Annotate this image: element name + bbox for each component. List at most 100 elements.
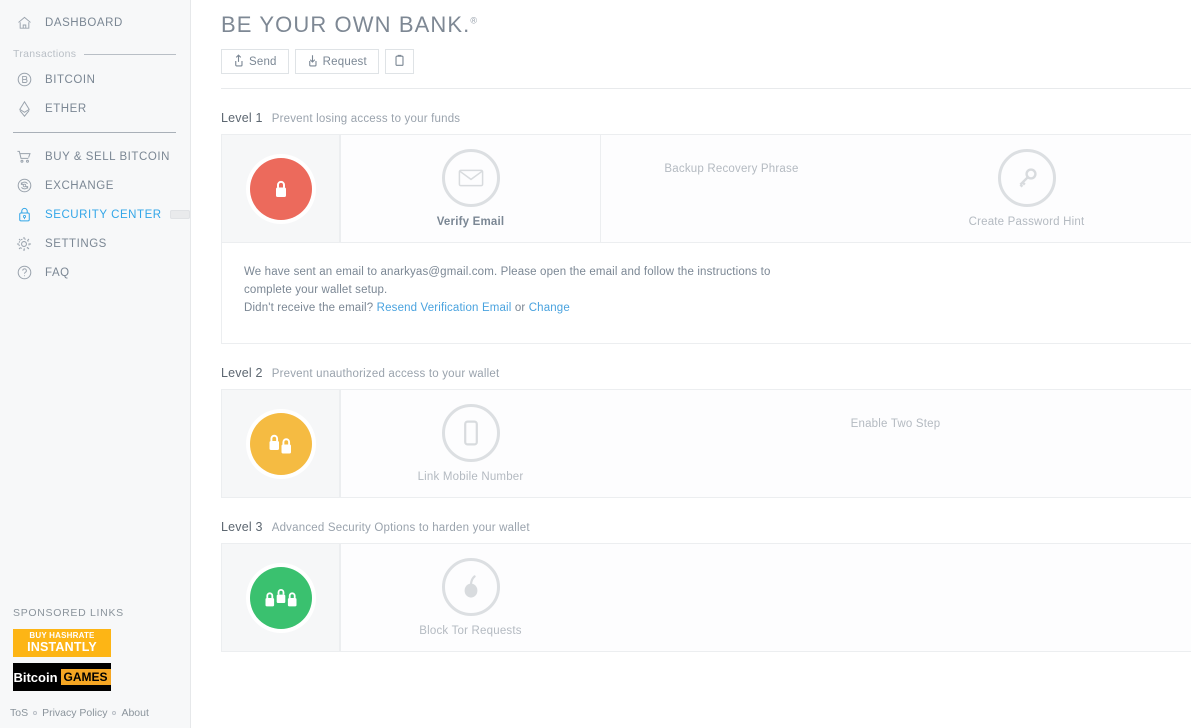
sidebar-item-exchange[interactable]: EXCHANGE <box>0 171 190 200</box>
level-1-steps-row: Verify Email Backup Recovery Phrase Crea… <box>222 135 1191 242</box>
header-action-buttons: Send Request <box>221 49 1191 74</box>
step-label: Enable Two Step <box>850 418 941 430</box>
level-name: Level 3 <box>221 520 263 534</box>
level-description: Prevent unauthorized access to your wall… <box>271 368 500 380</box>
request-label: Request <box>322 55 367 68</box>
question-icon <box>13 262 35 284</box>
level-3-heading: Level 3 Advanced Security Options to har… <box>221 520 1191 534</box>
sidebar-item-faq[interactable]: FAQ <box>0 258 190 287</box>
ad-bitcoin-games[interactable]: Bitcoin GAMES <box>13 663 111 691</box>
sidebar-section-transactions: Transactions <box>0 43 190 65</box>
level-3-steps-row: Block Tor Requests <box>222 544 1191 651</box>
sidebar-item-buy-sell-bitcoin[interactable]: BUY & SELL BITCOIN <box>0 142 190 171</box>
step-block-tor-requests[interactable]: Block Tor Requests <box>340 544 600 651</box>
sponsored-links-title: SPONSORED LINKS <box>13 607 124 619</box>
footer-separator-dot <box>112 711 117 715</box>
verification-message: We have sent an email to anarkyas@gmail.… <box>244 263 804 299</box>
single-lock-icon <box>249 157 312 220</box>
page-title-text: BE YOUR OWN BANK. <box>221 12 471 37</box>
level-2-steps: Link Mobile Number Enable Two Step <box>340 390 1191 497</box>
sidebar-item-security-center[interactable]: SECURITY CENTER <box>0 200 190 229</box>
key-icon <box>997 149 1056 207</box>
sidebar-item-label: FAQ <box>45 266 70 279</box>
step-label: Backup Recovery Phrase <box>664 163 799 175</box>
footer-link-tos[interactable]: ToS <box>10 707 28 719</box>
sidebar-item-label: DASHBOARD <box>45 16 123 29</box>
sidebar-footer-links: ToS Privacy Policy About <box>0 697 190 728</box>
step-label: Verify Email <box>436 216 505 228</box>
step-enable-two-step[interactable]: Enable Two Step <box>600 390 1191 497</box>
step-label: Create Password Hint <box>968 216 1085 228</box>
sidebar-item-label: SETTINGS <box>45 237 107 250</box>
sidebar-item-label: BUY & SELL BITCOIN <box>45 150 170 163</box>
level-1-steps: Verify Email Backup Recovery Phrase Crea… <box>340 135 1191 242</box>
sponsored-links-section: SPONSORED LINKS BUY HASHRATE INSTANTLY B… <box>0 607 190 697</box>
step-label: Block Tor Requests <box>419 625 522 637</box>
send-icon <box>233 53 244 70</box>
clipboard-button[interactable] <box>384 49 414 74</box>
request-button[interactable]: Request <box>294 49 379 74</box>
sidebar-item-label: ETHER <box>45 102 87 115</box>
lock-icon <box>13 204 35 226</box>
mobile-icon <box>441 404 500 462</box>
envelope-icon <box>441 149 500 207</box>
resend-middle: or <box>511 302 529 314</box>
step-label: Link Mobile Number <box>417 471 524 483</box>
triple-lock-icon <box>249 566 312 629</box>
sidebar-item-label: EXCHANGE <box>45 179 114 192</box>
resend-prefix: Didn't receive the email? <box>244 302 377 314</box>
level-3-card: Block Tor Requests <box>221 543 1191 652</box>
footer-link-about[interactable]: About <box>121 707 148 719</box>
ad-line1: BUY HASHRATE <box>29 631 95 641</box>
ad-word2: GAMES <box>60 669 111 685</box>
level-3-steps: Block Tor Requests <box>340 544 1191 651</box>
app-root: DASHBOARD Transactions BITCOIN ETHER BUY… <box>0 0 1191 728</box>
sidebar-item-settings[interactable]: SETTINGS <box>0 229 190 258</box>
sidebar-divider <box>13 132 176 133</box>
clipboard-icon <box>394 54 405 70</box>
sidebar-item-label: BITCOIN <box>45 73 96 86</box>
tor-onion-icon <box>441 558 500 616</box>
user-email: anarkyas@gmail.com <box>380 266 494 278</box>
send-label: Send <box>249 55 277 68</box>
sidebar-item-label: SECURITY CENTER <box>45 208 162 221</box>
step-backup-recovery-phrase[interactable]: Backup Recovery Phrase <box>600 135 862 242</box>
sidebar-nav: DASHBOARD Transactions BITCOIN ETHER BUY… <box>0 0 190 287</box>
sidebar-item-dashboard[interactable]: DASHBOARD <box>0 8 190 37</box>
ad-buy-hashrate[interactable]: BUY HASHRATE INSTANTLY <box>13 629 111 657</box>
resend-message: Didn't receive the email? Resend Verific… <box>244 299 804 317</box>
section-divider <box>84 53 176 55</box>
double-lock-icon <box>249 412 312 475</box>
security-progress-bar <box>169 210 190 219</box>
level-2-card: Link Mobile Number Enable Two Step <box>221 389 1191 498</box>
main-content: BE YOUR OWN BANK.® Send Request Level 1 … <box>191 0 1191 728</box>
level-name: Level 2 <box>221 366 263 380</box>
footer-link-privacy-policy[interactable]: Privacy Policy <box>42 707 107 719</box>
step-verify-email[interactable]: Verify Email <box>340 135 600 242</box>
home-icon <box>13 12 35 34</box>
level-3-badge-cell <box>222 544 340 651</box>
sidebar-item-bitcoin[interactable]: BITCOIN <box>0 65 190 94</box>
change-email-link[interactable]: Change <box>529 302 570 314</box>
footer-separator-dot <box>33 711 38 715</box>
level-2-steps-row: Link Mobile Number Enable Two Step <box>222 390 1191 497</box>
level-3-empty-slot <box>600 544 1191 651</box>
registered-mark: ® <box>470 15 479 26</box>
page-title: BE YOUR OWN BANK.® <box>221 12 478 38</box>
ad-line2: INSTANTLY <box>27 640 97 655</box>
sidebar-item-ether[interactable]: ETHER <box>0 94 190 123</box>
ether-icon <box>13 98 35 120</box>
step-create-password-hint[interactable]: Create Password Hint <box>862 135 1191 242</box>
step-link-mobile-number[interactable]: Link Mobile Number <box>340 390 600 497</box>
level-description: Advanced Security Options to harden your… <box>271 522 530 534</box>
send-button[interactable]: Send <box>221 49 289 74</box>
level-1-heading: Level 1 Prevent losing access to your fu… <box>221 111 1191 125</box>
message-prefix: We have sent an email to <box>244 266 381 278</box>
cart-icon <box>13 146 35 168</box>
level-name: Level 1 <box>221 111 263 125</box>
request-icon <box>307 54 318 70</box>
level-1-badge-cell <box>222 135 340 242</box>
bitcoin-icon <box>13 69 35 91</box>
resend-verification-email-link[interactable]: Resend Verification Email <box>377 302 512 314</box>
section-title: Transactions <box>13 48 77 60</box>
